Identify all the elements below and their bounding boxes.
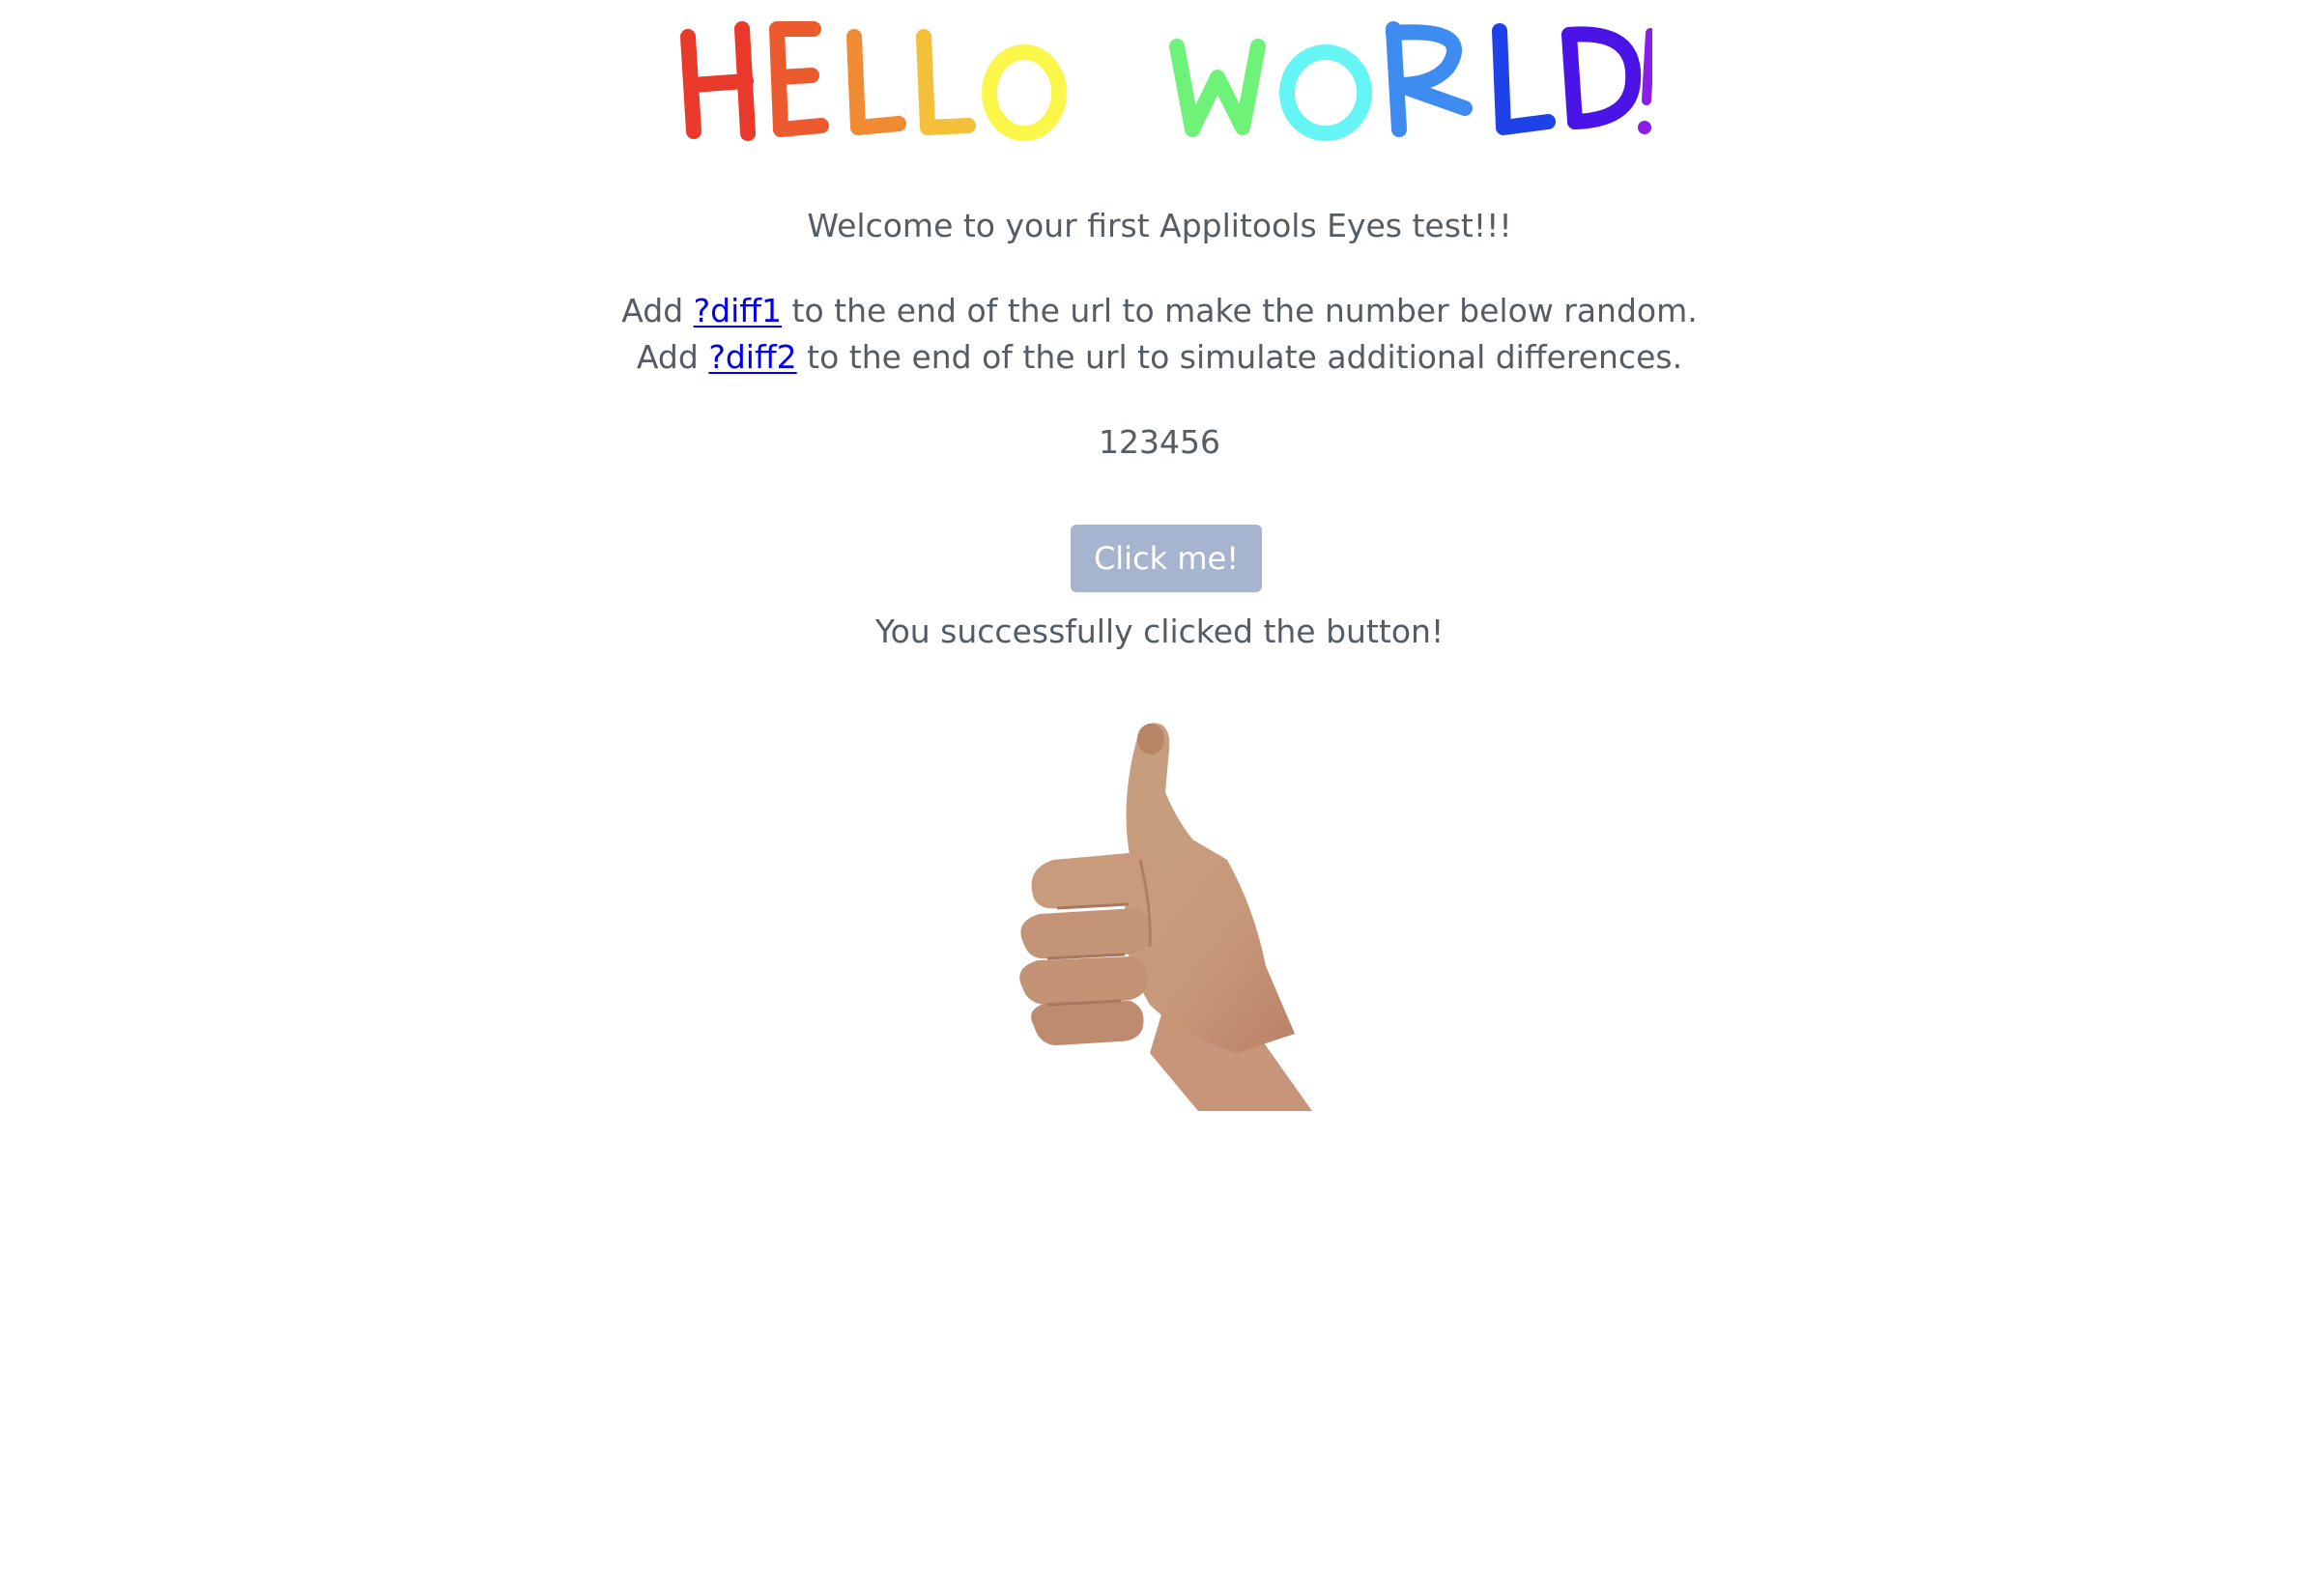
banner-letter-O1: [982, 44, 1067, 141]
banner-letter-R: [1386, 21, 1473, 137]
diff1-link[interactable]: ?diff1: [694, 292, 782, 329]
instruction-suffix: to the end of the url to simulate additi…: [796, 338, 1683, 376]
banner-letter-H: [680, 21, 756, 141]
random-number: 123456: [1099, 423, 1220, 461]
instruction-suffix: to the end of the url to make the number…: [782, 292, 1698, 329]
instruction-line-diff1: Add ?diff1 to the end of the url to make…: [0, 288, 2319, 334]
banner-letter-L2: [916, 29, 976, 135]
page: Welcome to your first Applitools Eyes te…: [0, 0, 2319, 1596]
banner-letter-exclamation: [1642, 28, 1652, 105]
success-message: You successfully clicked the button!: [874, 613, 1445, 650]
hello-world-art: [680, 21, 1652, 141]
diff2-link[interactable]: ?diff2: [708, 338, 796, 376]
banner-letter-L3: [1492, 23, 1556, 135]
banner-letter-E: [769, 21, 829, 137]
banner-letter-D: [1561, 26, 1642, 129]
instruction-line-diff2: Add ?diff2 to the end of the url to simu…: [0, 334, 2319, 381]
welcome-text: Welcome to your first Applitools Eyes te…: [807, 207, 1512, 244]
instruction-prefix: Add: [621, 292, 694, 329]
click-me-button[interactable]: Click me!: [1071, 525, 1262, 592]
thumbs-up-image: [1005, 715, 1411, 1111]
thumbs-up-icon: [1019, 723, 1312, 1111]
instruction-prefix: Add: [636, 338, 709, 376]
banner-letter-W: [1169, 39, 1266, 137]
banner-letter-L1: [846, 29, 906, 135]
hello-world-banner: [667, 8, 1652, 153]
banner-letter-O2: [1279, 44, 1372, 141]
